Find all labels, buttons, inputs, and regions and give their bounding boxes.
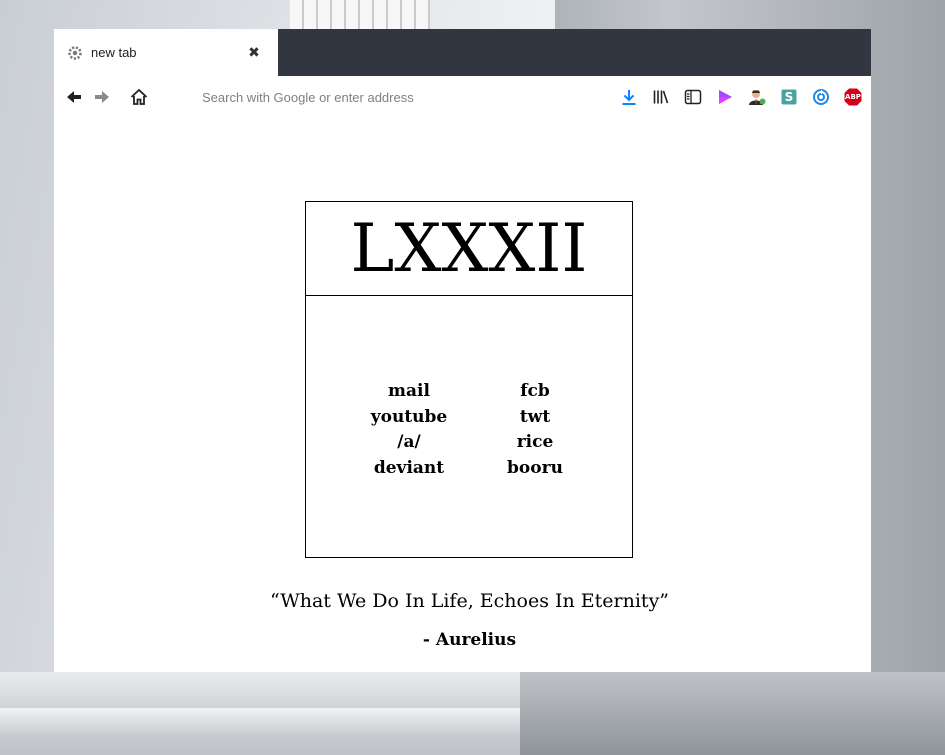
download-icon [622,90,636,105]
page-title: LXXXII [350,210,588,287]
gear-icon [67,45,83,61]
stylus-badge-label: S [784,90,794,104]
adblock-extension-button[interactable]: ABP [843,87,863,107]
home-button[interactable] [129,87,149,107]
play-icon [719,90,732,104]
links-column-right: fcb twt rice booru [490,379,580,481]
quote-author: - Aurelius [422,630,517,650]
home-icon [130,88,148,105]
sync-extension-button[interactable] [811,87,831,107]
link-rice[interactable]: rice [490,430,580,456]
link-a[interactable]: /a/ [364,430,454,456]
wallpaper-floor-shadow [520,672,945,755]
browser-window: new tab ✖ Search with Google or enter ad… [54,29,871,672]
sidebar-button[interactable] [683,87,703,107]
sync-icon [813,89,829,105]
link-twt[interactable]: twt [490,405,580,431]
adblock-badge-label: ABP [845,93,861,101]
stylus-extension-button[interactable]: S [779,87,799,107]
sidebar-icon [684,89,702,105]
forward-button[interactable] [92,87,112,107]
link-booru[interactable]: booru [490,456,580,482]
tab-close-button[interactable]: ✖ [246,42,262,62]
navigation-toolbar: S ABP [54,76,871,118]
arrow-right-icon [95,91,109,103]
url-input[interactable] [194,84,594,110]
tab-bar: new tab ✖ [54,29,871,76]
library-icon [653,90,669,104]
tab-new-tab[interactable]: new tab ✖ [54,29,278,76]
link-youtube[interactable]: youtube [364,405,454,431]
wallpaper-floor-step [0,708,520,734]
links-column-left: mail youtube /a/ deviant [364,379,454,481]
play-extension-button[interactable] [715,87,735,107]
user-agent-extension-button[interactable] [747,87,767,107]
link-mail[interactable]: mail [364,379,454,405]
start-card: LXXXII mail youtube /a/ deviant fcb twt … [305,201,633,558]
arrow-left-icon [67,91,81,103]
download-button[interactable] [619,87,639,107]
url-bar[interactable] [194,84,594,110]
user-agent-icon [749,90,766,105]
back-button[interactable] [64,87,84,107]
quote-text: “What We Do In Life, Echoes In Eternity” [269,590,670,612]
link-fcb[interactable]: fcb [490,379,580,405]
tab-title: new tab [91,45,137,60]
title-box: LXXXII [306,202,632,296]
new-tab-page: LXXXII mail youtube /a/ deviant fcb twt … [54,118,871,672]
link-deviant[interactable]: deviant [364,456,454,482]
wallpaper-stairs [290,0,430,30]
library-button[interactable] [651,87,671,107]
